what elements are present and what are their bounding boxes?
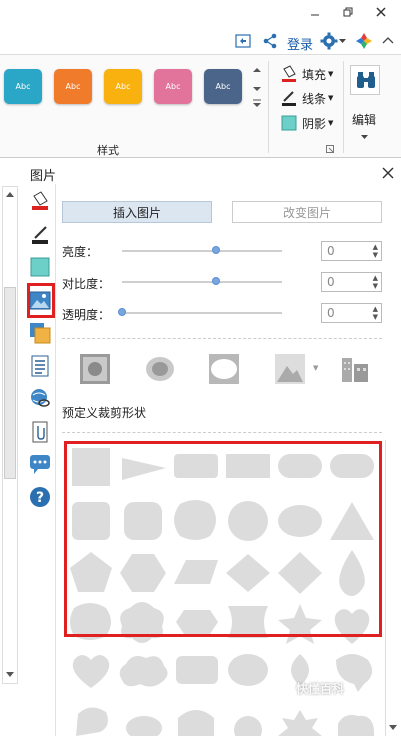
contrast-slider[interactable]	[122, 281, 282, 283]
right-scroll-down-icon[interactable]	[389, 724, 398, 731]
close-icon	[376, 7, 386, 17]
panel-close-icon[interactable]	[382, 167, 394, 179]
effect-picture-icon[interactable]	[275, 354, 305, 384]
ribbon-separator	[268, 61, 269, 153]
minimize-button[interactable]	[300, 2, 330, 22]
shadow-icon	[281, 115, 297, 131]
attachment-tool-icon[interactable]	[29, 421, 51, 443]
section-divider-2	[62, 432, 382, 433]
close-window-button[interactable]	[366, 2, 396, 22]
crop-shapes-label: 预定义裁剪形状	[62, 406, 147, 420]
style-thumbnail-5[interactable]: Abc	[204, 69, 242, 104]
login-link[interactable]: 登录	[287, 34, 313, 53]
edit-label[interactable]: 编辑	[352, 111, 376, 128]
crop-shape-oval-3	[126, 716, 162, 736]
restore-button[interactable]	[333, 2, 363, 22]
brightness-slider-knob[interactable]	[212, 246, 221, 254]
collapse-ribbon-icon[interactable]	[382, 35, 394, 45]
svg-text:?: ?	[36, 490, 44, 506]
settings-dropdown-icon[interactable]	[339, 39, 347, 45]
crop-shape-circle-2	[234, 716, 262, 736]
effect-soft-edge-icon[interactable]	[145, 354, 175, 384]
scroll-thumb[interactable]	[4, 287, 16, 479]
left-scrollbar[interactable]	[2, 186, 18, 684]
picture-tool-icon[interactable]	[29, 290, 51, 312]
restore-icon	[343, 7, 353, 17]
effect-building-icon[interactable]	[340, 354, 370, 384]
style-thumbnail-3[interactable]: Abc	[104, 69, 142, 104]
edit-dropdown-icon[interactable]	[361, 135, 369, 141]
transparency-slider-knob[interactable]	[118, 308, 126, 316]
crop-shape-rounded-rect-2	[176, 656, 218, 684]
crop-shape-bubble	[76, 707, 108, 736]
contrast-label: 对比度：	[62, 277, 111, 291]
crop-shape-arch	[178, 710, 214, 736]
line-pen-icon	[282, 91, 296, 106]
title-bar	[0, 0, 401, 26]
styles-group-label: 样式	[97, 144, 119, 157]
crop-shape-cloud	[119, 656, 168, 687]
effect-grayscale-icon[interactable]	[80, 354, 110, 384]
brightness-slider[interactable]	[122, 250, 282, 252]
dialog-launcher-icon[interactable]	[326, 145, 334, 153]
line-tool-icon[interactable]	[29, 224, 51, 246]
scroll-up-icon[interactable]	[6, 191, 15, 198]
help-tool-icon[interactable]: ?	[29, 486, 51, 508]
change-picture-button[interactable]: 改变图片	[232, 201, 382, 223]
line-button[interactable]: 线条 ▼	[280, 88, 333, 108]
panel-divider	[55, 184, 56, 736]
ribbon: Abc Abc Abc Abc Abc 样式 填充 ▼ 线条 ▼ 阴影 ▼ 编辑	[0, 54, 401, 158]
contrast-slider-knob[interactable]	[212, 277, 221, 285]
shadow-tool-icon[interactable]	[29, 256, 51, 278]
style-thumbnail-4[interactable]: Abc	[154, 69, 192, 104]
transparency-slider[interactable]	[122, 312, 282, 314]
crop-shape-burst	[278, 710, 322, 736]
comment-tool-icon[interactable]	[29, 453, 51, 475]
transparency-spinbox[interactable]: 0 ▲ ▼	[321, 303, 382, 323]
style-thumbnail-2[interactable]: Abc	[54, 69, 92, 104]
crop-shape-heart-2	[72, 655, 110, 688]
share-page-icon[interactable]	[235, 33, 251, 49]
style-gallery-scroll[interactable]	[252, 67, 262, 109]
fill-tool-icon[interactable]	[29, 190, 51, 212]
layer-tool-icon[interactable]	[29, 322, 51, 344]
binoculars-icon	[357, 72, 375, 88]
ribbon-separator-2	[343, 61, 344, 153]
shadow-button[interactable]: 阴影 ▼	[280, 113, 333, 133]
fill-button[interactable]: 填充 ▼	[280, 64, 333, 84]
minimize-icon	[311, 14, 319, 16]
insert-picture-button[interactable]: 插入图片	[62, 201, 212, 223]
section-divider	[62, 338, 382, 339]
find-button[interactable]	[350, 65, 380, 95]
effect-picture-dropdown[interactable]: ▼	[313, 364, 318, 372]
right-scrollbar[interactable]	[385, 440, 401, 736]
panel-header: 图片	[0, 160, 401, 184]
contrast-spinbox[interactable]: 0 ▲ ▼	[321, 272, 382, 292]
fill-bucket-icon	[282, 65, 296, 82]
style-thumbnail-1[interactable]: Abc	[4, 69, 42, 104]
crop-shape-ellipse-2	[228, 654, 268, 686]
settings-gear-icon[interactable]	[320, 32, 338, 50]
transparency-label: 透明度：	[62, 308, 111, 322]
crop-shape-cloud-2	[338, 715, 374, 736]
scroll-down-icon[interactable]	[6, 671, 15, 678]
highlight-crop-shapes	[64, 441, 382, 637]
effect-oval-icon[interactable]	[209, 354, 239, 384]
brightness-spinbox[interactable]: 0 ▲ ▼	[321, 241, 382, 261]
share-icon[interactable]	[262, 33, 278, 49]
panel-title: 图片	[30, 169, 57, 184]
watermark-text: 快懂百科	[296, 682, 345, 696]
hyperlink-tool-icon[interactable]	[29, 387, 51, 409]
quick-access-bar: 登录	[0, 26, 401, 54]
app-logo-icon[interactable]	[355, 32, 373, 50]
brightness-label: 亮度：	[62, 245, 99, 259]
text-list-tool-icon[interactable]	[29, 355, 51, 377]
